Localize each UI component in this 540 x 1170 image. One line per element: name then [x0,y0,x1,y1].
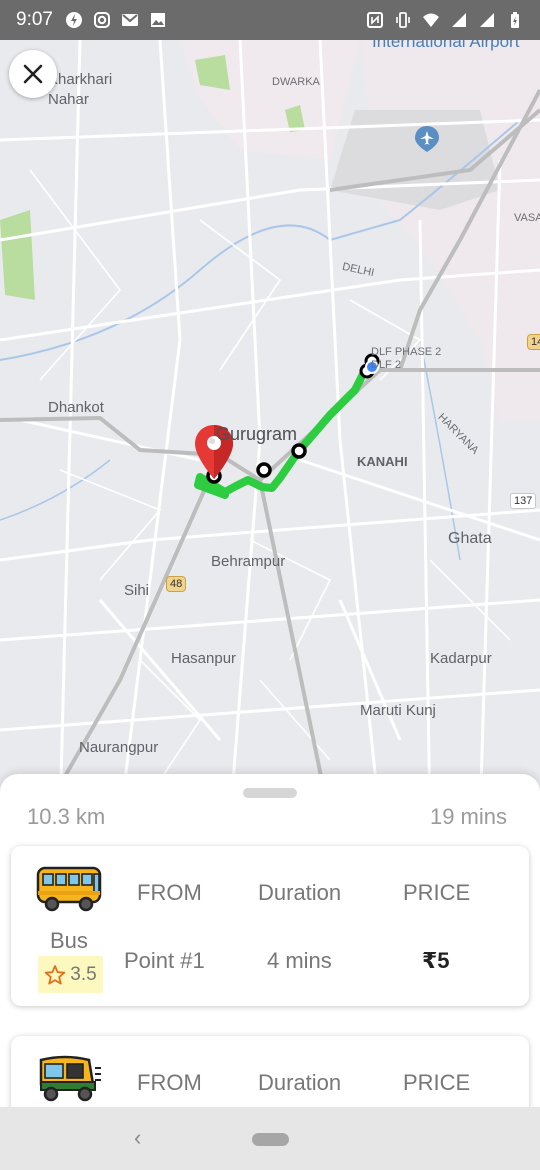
map-label-dhankot: Dhankot [48,399,104,416]
trip-duration: 19 mins [429,804,507,829]
gmail-icon [121,14,138,26]
map-label-vasant: VASA [514,212,540,224]
flash-app-icon [65,12,82,28]
map-label-sihi: Sihi [124,582,150,599]
from-header: FROM [137,1070,202,1095]
home-pill-button[interactable] [252,1133,289,1146]
bus-icon [36,866,102,912]
map-label-naurangpur: Naurangpur [79,739,159,756]
route-option-card[interactable]: FROM Duration PRICE Bus 3.5 Point #1 4 m… [11,846,529,1006]
from-value: Point #1 [124,948,205,973]
map-label-kharkhari: Kharkhari Nahar [48,71,113,108]
road-badge-137: 137 [510,493,537,509]
duration-value: 4 mins [267,948,332,973]
gallery-icon [150,13,165,27]
instagram-icon [93,12,110,28]
close-button[interactable] [9,50,57,98]
battery-icon [511,12,519,28]
close-icon [23,64,43,84]
nfc-icon [367,12,383,28]
road-badge-14: 14 [527,334,540,350]
back-button[interactable]: ‹ [134,1125,141,1151]
duration-header: Duration [258,1070,342,1095]
map-label-ghata: Ghata [448,530,492,547]
map-view[interactable]: International Airport Kharkhari Nahar DW… [0,40,540,820]
drag-handle[interactable] [243,788,297,798]
rating-value: 3.5 [70,963,97,985]
map-label-gurugram: Gurugram [216,424,298,444]
map-label-behrampur: Behrampur [211,553,286,570]
airport-marker-icon [415,126,439,152]
mode-name: Bus [50,928,88,953]
auto-rickshaw-icon [39,1055,101,1102]
star-icon [45,964,66,984]
road-badge-nh48: 48 [166,576,187,592]
system-nav-bar: ‹ [0,1107,540,1170]
price-header: PRICE [403,880,471,905]
from-header: FROM [137,880,202,905]
rating-badge: 3.5 [38,956,103,993]
map-label-hasanpur: Hasanpur [171,650,237,667]
signal-icon [452,13,466,27]
route-options-sheet[interactable]: 10.3 km 19 mins FROM Duration PRICE Bus … [0,774,540,1107]
signal-icon [480,13,494,27]
duration-header: Duration [258,880,342,905]
status-time: 9:07 [16,9,53,30]
wifi-icon [423,13,439,27]
price-header: PRICE [403,1070,471,1095]
airport-label: International Airport [372,40,520,51]
map-label-kadarpur: Kadarpur [430,650,492,667]
trip-distance: 10.3 km [27,804,106,829]
map-label-maruti-kunj: Maruti Kunj [360,702,436,719]
map-label-dlf: DLF PHASE 2 DLF 2 [371,346,442,371]
status-bar: 9:07 [0,0,540,40]
price-value: ₹5 [422,948,450,973]
map-label-dwarka: DWARKA [272,76,320,88]
vibrate-icon [396,12,410,28]
route-option-card[interactable]: FROM Duration PRICE [11,1036,529,1107]
map-label-kanahi: KANAHI [357,454,408,469]
